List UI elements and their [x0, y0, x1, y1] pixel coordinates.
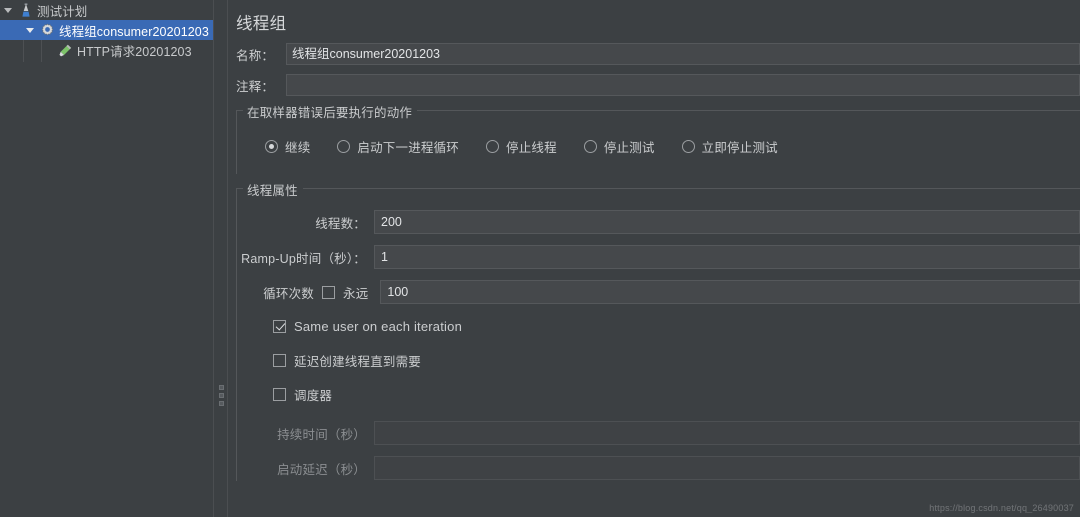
splitter-grip-dot	[219, 385, 224, 390]
radio-label: 停止线程	[506, 141, 557, 155]
scheduler-row: 调度器	[237, 382, 1080, 406]
forever-checkbox[interactable]: 永远	[322, 283, 380, 302]
thread-properties-body: 线程数： 200 Ramp-Up时间（秒）： 1 循环次数 永远 100 Sam…	[237, 189, 1080, 481]
duration-row: 持续时间（秒）	[237, 420, 1080, 446]
ramp-up-input[interactable]: 1	[374, 245, 1080, 269]
scheduler-checkbox[interactable]: 调度器	[273, 385, 332, 404]
thread-properties-group: 线程属性 线程数： 200 Ramp-Up时间（秒）： 1 循环次数 永远 10…	[236, 180, 1080, 481]
radio-stop-test-now[interactable]: 立即停止测试	[681, 137, 778, 156]
same-user-checkbox[interactable]: Same user on each iteration	[273, 319, 462, 334]
comment-label: 注释：	[236, 79, 275, 94]
startup-delay-label: 启动延迟（秒）	[277, 462, 366, 477]
num-threads-input[interactable]: 200	[374, 210, 1080, 234]
duration-label: 持续时间（秒）	[277, 427, 366, 442]
delayed-start-row: 延迟创建线程直到需要	[237, 348, 1080, 372]
thread-group-config-panel: 线程组 名称： 线程组consumer20201203 注释： 在取样器错误后要…	[228, 0, 1080, 517]
test-plan-tree-panel[interactable]: 测试计划 线程组consumer20201203 HTTP请求20201203	[0, 0, 213, 517]
ramp-up-label: Ramp-Up时间（秒）：	[241, 251, 366, 266]
jmeter-window: 测试计划 线程组consumer20201203 HTTP请求20201203 …	[0, 0, 1080, 517]
expand-arrow-icon[interactable]	[0, 0, 16, 20]
radio-label: 立即停止测试	[701, 141, 778, 155]
radio-mark-icon[interactable]	[583, 140, 597, 153]
ramp-up-row: Ramp-Up时间（秒）： 1	[237, 244, 1080, 270]
same-user-row: Same user on each iteration	[237, 314, 1080, 338]
thread-properties-title: 线程属性	[243, 180, 303, 199]
tree-node-label: 线程组consumer20201203	[59, 24, 209, 39]
checkbox-mark-icon[interactable]	[322, 285, 335, 299]
startup-delay-row: 启动延迟（秒）	[237, 455, 1080, 481]
tree-node-http-request[interactable]: HTTP请求20201203	[0, 40, 213, 60]
startup-delay-input	[374, 456, 1080, 480]
forever-label: 永远	[343, 286, 369, 301]
loop-count-input[interactable]: 100	[380, 280, 1080, 304]
radio-mark-icon[interactable]	[486, 140, 500, 153]
page-title: 线程组	[236, 15, 287, 33]
checkbox-mark-icon[interactable]	[273, 353, 286, 367]
radio-start-next-loop[interactable]: 启动下一进程循环	[337, 137, 459, 156]
http-request-pen-icon	[56, 40, 75, 60]
sampler-error-action-title: 在取样器错误后要执行的动作	[243, 102, 418, 121]
same-user-label: Same user on each iteration	[294, 318, 462, 334]
tree-node-test-plan[interactable]: 测试计划	[0, 0, 213, 20]
name-label: 名称：	[236, 48, 275, 63]
expand-arrow-icon[interactable]	[22, 20, 38, 40]
test-plan-icon	[16, 0, 35, 20]
radio-label: 停止测试	[603, 141, 655, 155]
name-field-row: 名称： 线程组consumer20201203	[228, 43, 1080, 65]
watermark-text: https://blog.csdn.net/qq_26490037 https:…	[929, 503, 1074, 513]
num-threads-row: 线程数： 200	[237, 209, 1080, 235]
sampler-error-action-group: 在取样器错误后要执行的动作 继续 启动下一进程循环 停止线程 停止测试 立即停止…	[236, 102, 1080, 174]
comment-field-row: 注释：	[228, 74, 1080, 96]
tree-node-label: HTTP请求20201203	[77, 44, 192, 59]
radio-mark-icon[interactable]	[265, 140, 278, 153]
watermark-line-2: https://blog.csdn.net/qq_26490037	[929, 503, 1074, 513]
thread-group-gear-icon	[38, 20, 57, 40]
radio-continue[interactable]: 继续	[265, 137, 310, 156]
splitter-grip-dot	[219, 393, 224, 398]
radio-label: 继续	[285, 141, 311, 155]
name-input[interactable]: 线程组consumer20201203	[286, 43, 1080, 65]
panel-splitter[interactable]	[213, 0, 228, 517]
checkbox-mark-icon[interactable]	[273, 387, 286, 401]
loop-count-row: 循环次数 永远 100	[237, 279, 1080, 305]
tree-node-thread-group[interactable]: 线程组consumer20201203	[0, 20, 213, 40]
delayed-start-checkbox[interactable]: 延迟创建线程直到需要	[273, 351, 421, 370]
comment-input[interactable]	[286, 74, 1080, 96]
duration-input	[374, 421, 1080, 445]
num-threads-label: 线程数：	[315, 216, 366, 231]
radio-stop-thread[interactable]: 停止线程	[486, 137, 557, 156]
loop-count-label: 循环次数	[263, 286, 314, 301]
leaf-spacer	[40, 40, 56, 60]
checkbox-mark-icon[interactable]	[273, 319, 286, 333]
scheduler-label: 调度器	[294, 388, 333, 403]
radio-mark-icon[interactable]	[681, 140, 695, 153]
radio-label: 启动下一进程循环	[357, 141, 460, 155]
tree-node-label: 测试计划	[37, 4, 88, 19]
radio-mark-icon[interactable]	[337, 140, 351, 153]
splitter-grip-dot	[219, 401, 224, 406]
radio-stop-test[interactable]: 停止测试	[583, 137, 655, 156]
delayed-start-label: 延迟创建线程直到需要	[294, 354, 422, 369]
